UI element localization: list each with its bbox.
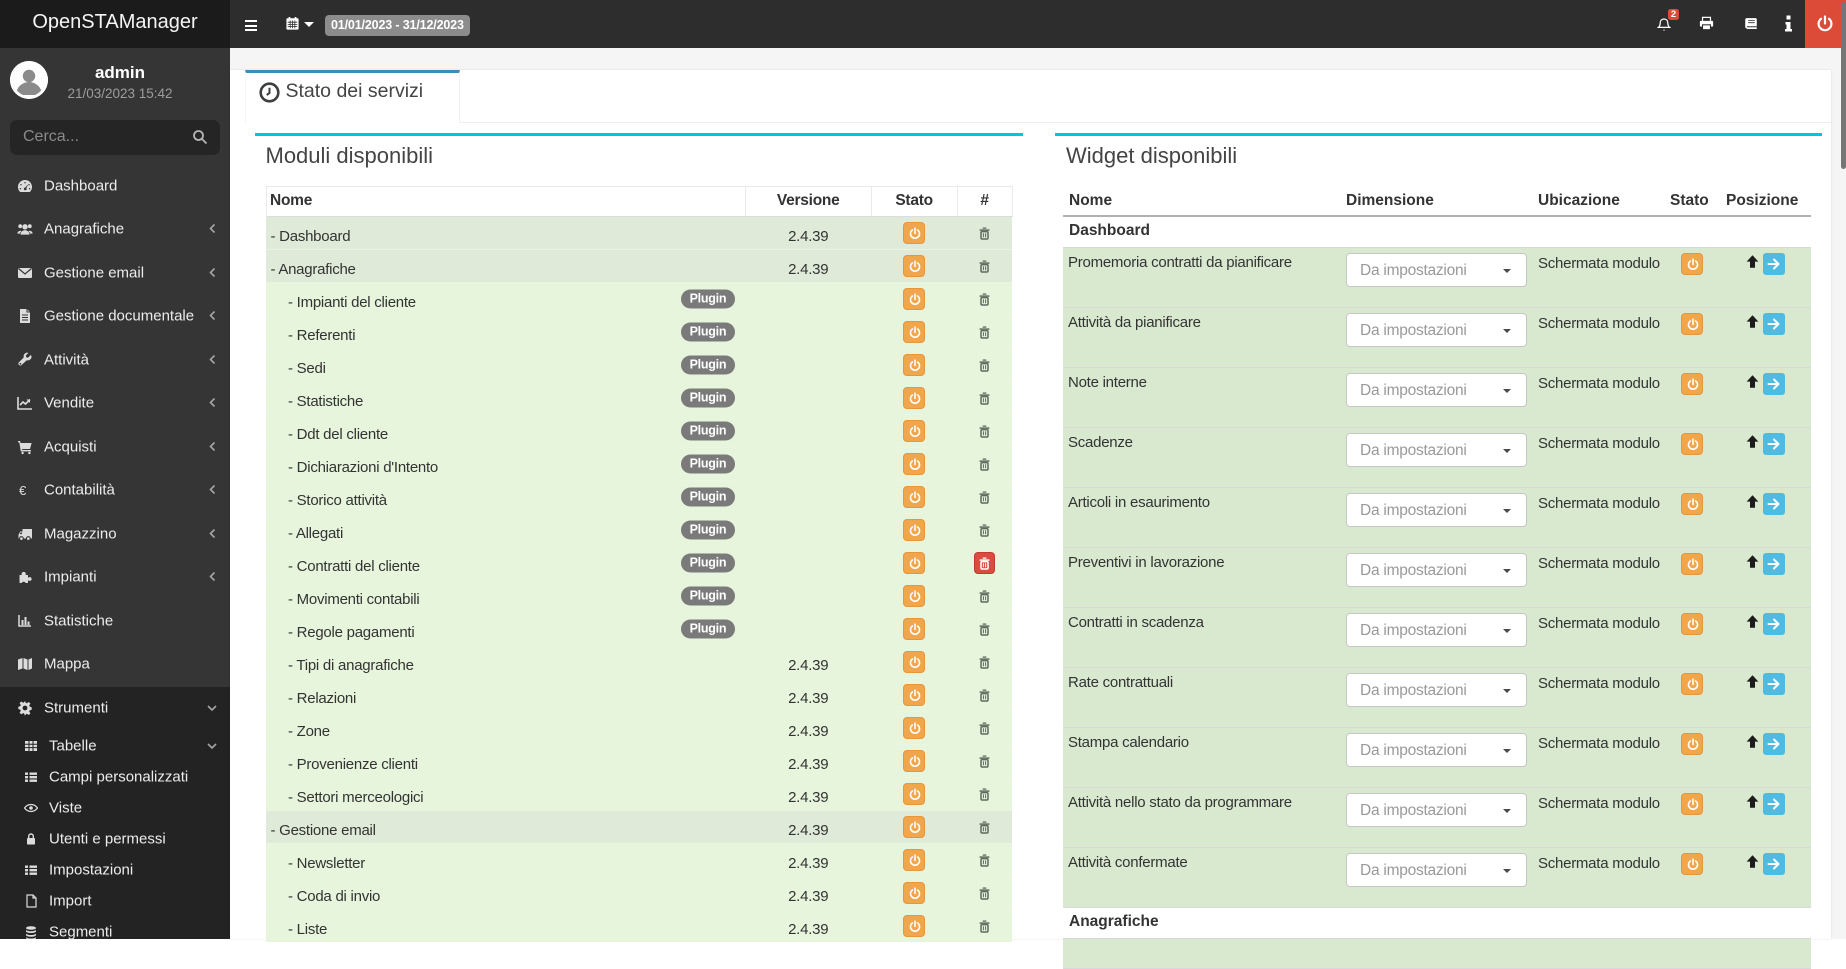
svg-text:€: € xyxy=(19,483,27,498)
